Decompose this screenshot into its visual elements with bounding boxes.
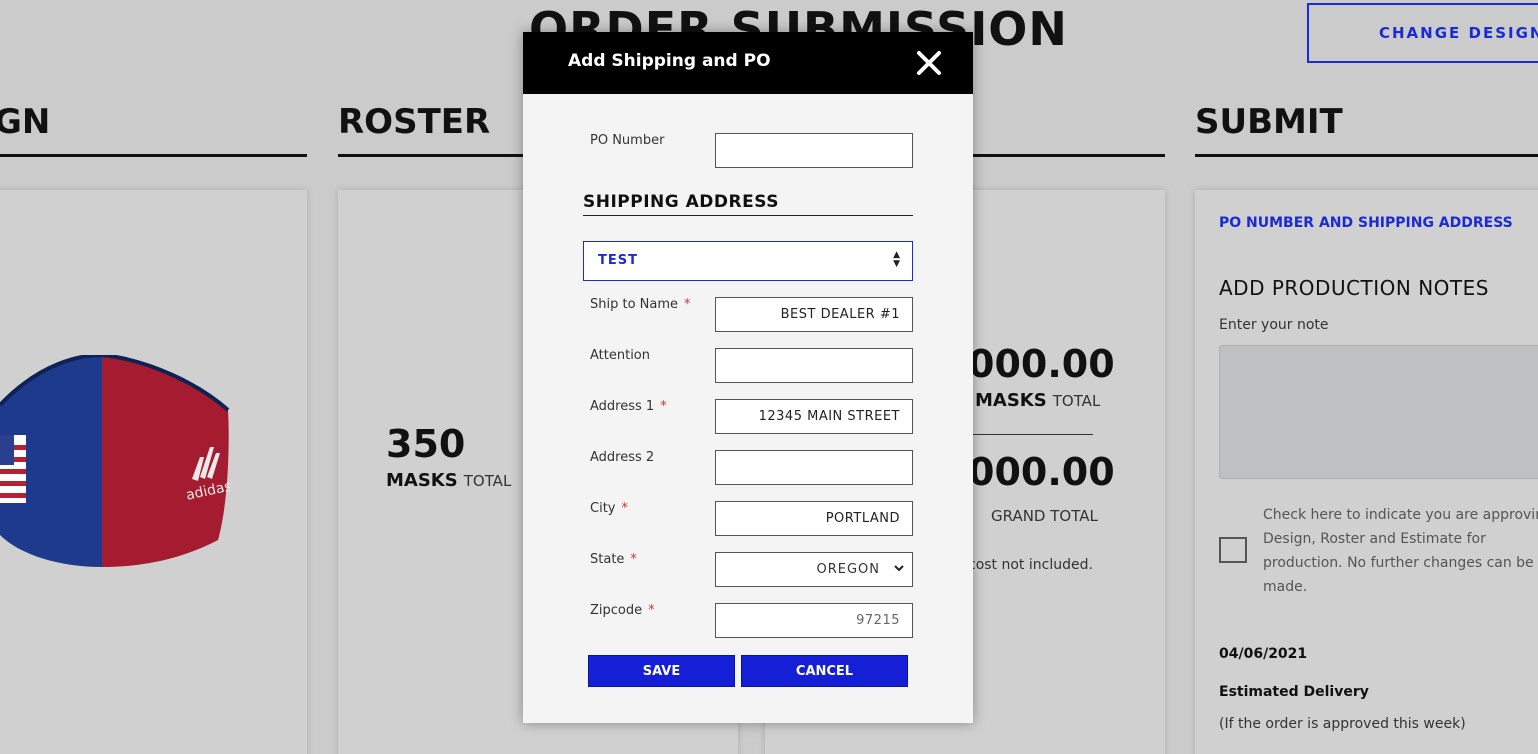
roster-count: 350 — [386, 422, 466, 466]
attention-input[interactable] — [715, 348, 913, 383]
address2-label: Address 2 — [590, 450, 655, 465]
address2-input[interactable] — [715, 450, 913, 485]
address-select-value: TEST — [598, 253, 638, 268]
cancel-button[interactable]: CANCEL — [741, 655, 908, 687]
approve-checkbox[interactable] — [1219, 537, 1247, 563]
estimate-masks-label: MASKS TOTAL — [975, 390, 1100, 411]
address-select[interactable]: TEST ▲ ▼ — [583, 241, 913, 281]
state-select-value: OREGON — [816, 562, 880, 577]
sort-arrows-icon: ▲ ▼ — [893, 250, 901, 269]
city-label: City * — [590, 501, 628, 516]
shipping-divider — [583, 215, 913, 216]
required-marker: * — [630, 552, 637, 567]
section-heading-submit: SUBMIT — [1195, 102, 1343, 142]
roster-count-label: MASKS TOTAL — [386, 470, 511, 491]
shipping-note: cost not included. — [968, 557, 1093, 573]
required-marker: * — [621, 501, 628, 516]
city-input[interactable] — [715, 501, 913, 536]
delivery-date: 04/06/2021 — [1219, 646, 1308, 662]
address1-label: Address 1 * — [590, 399, 667, 414]
required-marker: * — [684, 297, 691, 312]
label-text: Zipcode — [590, 603, 643, 618]
close-icon[interactable] — [915, 49, 943, 77]
modal-title: Add Shipping and PO — [568, 51, 771, 71]
required-marker: * — [648, 603, 655, 618]
grand-total-amount: 000.00 — [968, 450, 1115, 494]
production-notes-heading: ADD PRODUCTION NOTES — [1219, 276, 1489, 300]
shipping-po-modal: Add Shipping and PO PO Number SHIPPING A… — [523, 32, 973, 723]
grand-total-label: GRAND TOTAL — [991, 507, 1098, 525]
zipcode-label: Zipcode * — [590, 603, 655, 618]
total-label: TOTAL — [1052, 392, 1101, 410]
notes-label: Enter your note — [1219, 317, 1329, 333]
total-label: TOTAL — [463, 472, 512, 490]
required-marker: * — [660, 399, 667, 414]
estimate-amount: 000.00 — [968, 342, 1115, 386]
face-mask-image: adidas — [0, 355, 230, 567]
zipcode-input[interactable] — [715, 603, 913, 638]
po-number-input[interactable] — [715, 133, 913, 168]
ship-to-name-label: Ship to Name * — [590, 297, 691, 312]
section-divider — [965, 154, 1165, 157]
section-divider — [1195, 154, 1538, 157]
estimated-delivery-label: Estimated Delivery — [1219, 684, 1369, 700]
state-label: State * — [590, 552, 637, 567]
section-divider — [0, 154, 307, 157]
label-text: Address 1 — [590, 399, 655, 414]
shipping-address-heading: SHIPPING ADDRESS — [583, 192, 779, 212]
state-select[interactable]: OREGON — [715, 552, 913, 587]
chevron-down-icon — [894, 565, 904, 572]
change-design-button[interactable]: CHANGE DESIGN — [1307, 3, 1538, 63]
label-text: City — [590, 501, 616, 516]
masks-label: MASKS — [386, 470, 458, 491]
section-heading-design: GN — [0, 102, 51, 142]
label-text: Ship to Name — [590, 297, 679, 312]
po-number-label: PO Number — [590, 133, 665, 148]
ship-to-name-input[interactable] — [715, 297, 913, 332]
approve-text: Check here to indicate you are approving… — [1263, 507, 1538, 595]
masks-label: MASKS — [975, 390, 1047, 411]
po-shipping-link[interactable]: PO NUMBER AND SHIPPING ADDRESS — [1219, 215, 1513, 231]
attention-label: Attention — [590, 348, 650, 363]
estimate-divider — [965, 434, 1093, 435]
delivery-note: (If the order is approved this week) — [1219, 716, 1466, 732]
save-button[interactable]: SAVE — [588, 655, 735, 687]
modal-header: Add Shipping and PO — [523, 32, 973, 94]
label-text: State — [590, 552, 625, 567]
production-notes-textarea[interactable] — [1219, 345, 1538, 479]
section-heading-roster: ROSTER — [338, 102, 491, 142]
address1-input[interactable] — [715, 399, 913, 434]
